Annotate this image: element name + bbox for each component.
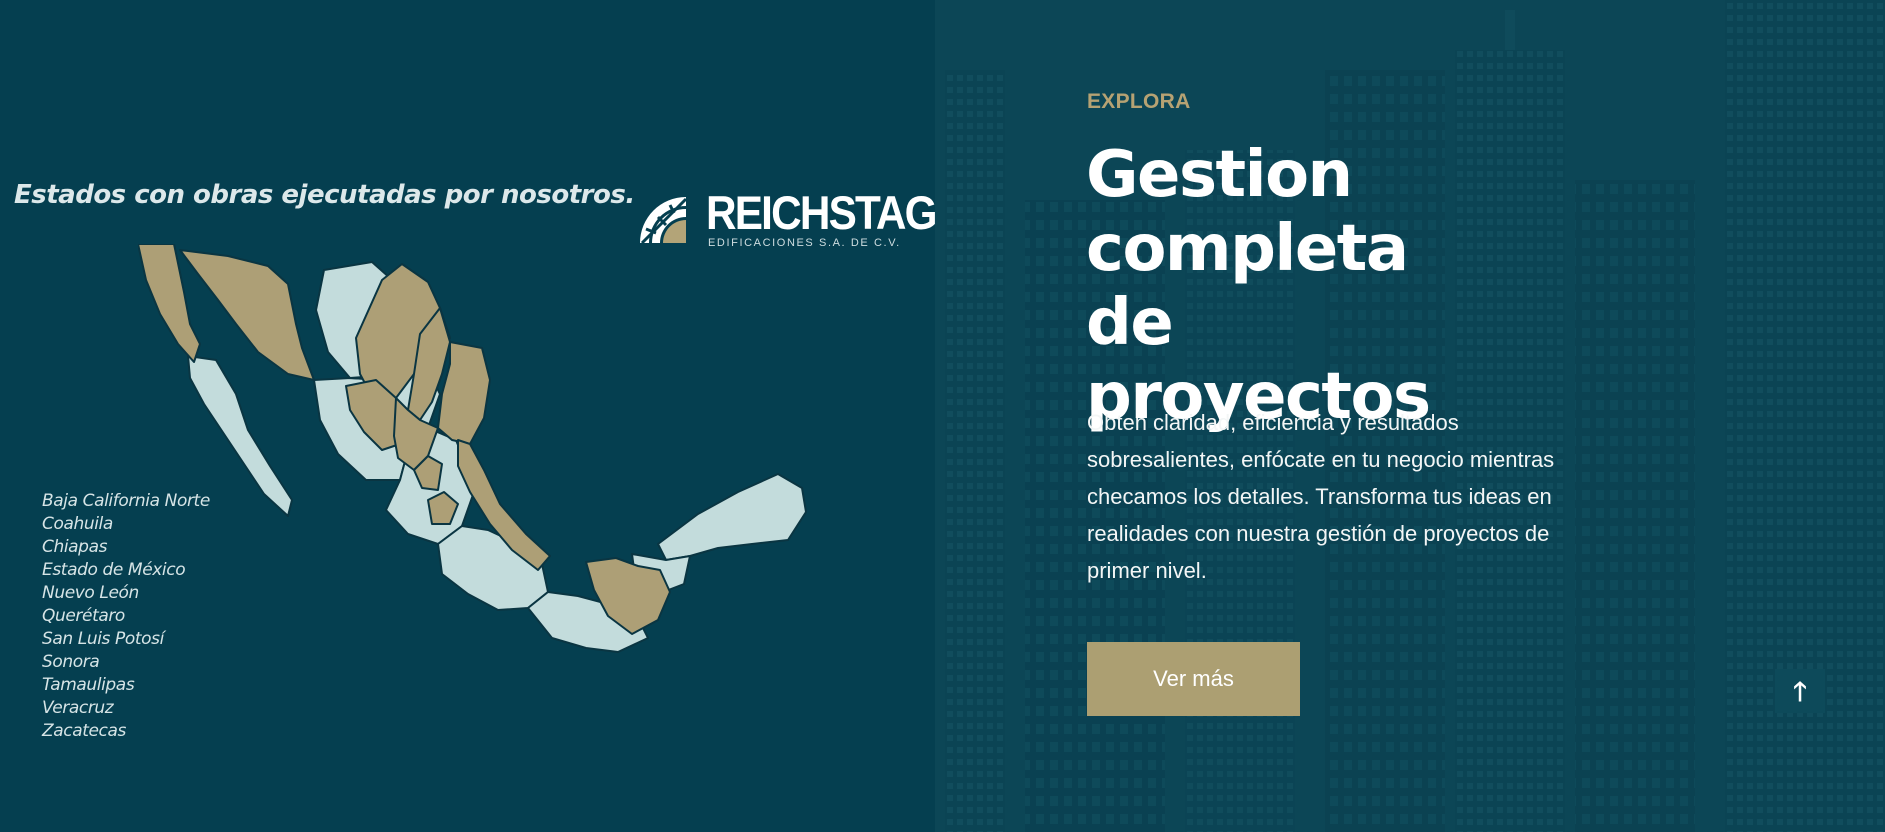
hero-title: Gestion completa de proyectos xyxy=(1086,138,1431,434)
list-item: Baja California Norte xyxy=(42,491,210,511)
hero-eyebrow: EXPLORA xyxy=(1087,90,1191,113)
list-item: Estado de México xyxy=(42,560,186,580)
hero-description: Obten claridad, eficiencia y resultados … xyxy=(1087,410,1555,583)
list-item: Tamaulipas xyxy=(42,675,135,695)
map-caption: Estados con obras ejecutadas por nosotro… xyxy=(14,180,635,210)
list-item: Zacatecas xyxy=(42,721,126,741)
list-item: Chiapas xyxy=(42,537,108,557)
reichstag-logo: REICHSTAG EDIFICACIONES S.A. DE C.V. xyxy=(636,188,938,252)
mexico-map xyxy=(138,244,807,653)
map-panel: Estados con obras ejecutadas por nosotro… xyxy=(0,0,938,832)
logo-mark-icon xyxy=(640,197,688,245)
scroll-to-top-button[interactable]: 🡑 xyxy=(1775,669,1825,713)
list-item: San Luis Potosí xyxy=(42,629,164,649)
list-item: Querétaro xyxy=(42,606,125,626)
arrow-up-icon: 🡑 xyxy=(1793,677,1807,707)
ver-mas-button[interactable]: Ver más xyxy=(1087,642,1300,716)
list-item: Sonora xyxy=(42,652,100,672)
states-list: Baja California Norte Coahuila Chiapas E… xyxy=(42,490,210,743)
map-state-yucatan xyxy=(657,473,807,561)
list-item: Veracruz xyxy=(42,698,114,718)
list-item: Coahuila xyxy=(42,514,113,534)
list-item: Nuevo León xyxy=(42,583,139,603)
logo-wordmark: REICHSTAG xyxy=(706,186,938,239)
